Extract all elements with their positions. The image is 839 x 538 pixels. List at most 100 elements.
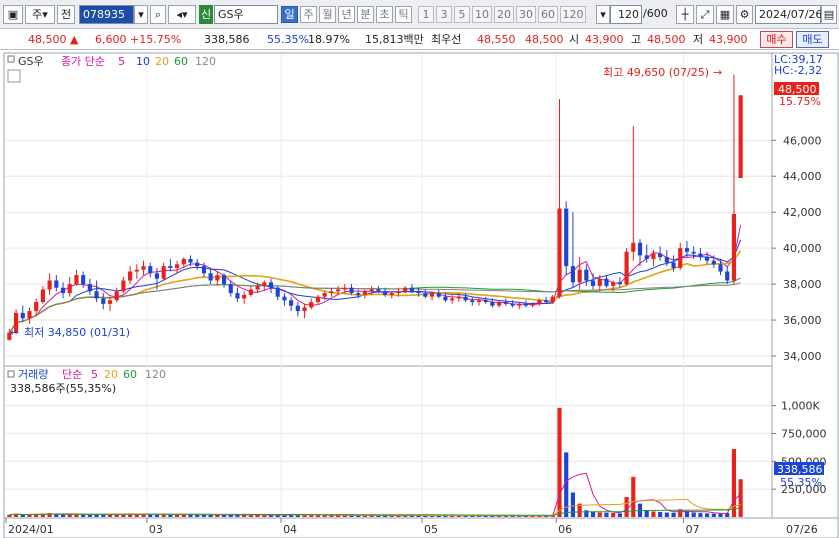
candle-down: [590, 280, 596, 286]
candle-up: [476, 300, 482, 303]
candle-down: [664, 257, 669, 263]
volume-bar-up: [624, 496, 629, 517]
period-minute-tab[interactable]: 분: [357, 6, 374, 23]
interval-1[interactable]: 1: [418, 6, 434, 23]
volume-bar-down: [617, 513, 622, 517]
market-select[interactable]: 주▾: [25, 5, 55, 24]
legend-ma20: 20: [155, 55, 169, 68]
candle-up: [738, 95, 743, 179]
candle-down: [349, 287, 354, 294]
price-panel: [3, 52, 773, 367]
candle-down: [483, 300, 488, 303]
grid-icon[interactable]: ▦: [716, 5, 734, 24]
candle-up: [107, 300, 113, 304]
candle-up: [611, 282, 616, 286]
candle-up: [678, 248, 683, 268]
candle-down: [510, 303, 515, 306]
code-dropdown-icon[interactable]: ▾: [134, 5, 148, 24]
legend-ma120: 120: [195, 55, 216, 68]
best-price-label: 최우선: [431, 33, 462, 46]
calendar-icon[interactable]: ▤: [821, 5, 837, 24]
interval-10[interactable]: 10: [472, 6, 492, 23]
volume-bar-down: [188, 514, 193, 517]
candle-up: [255, 285, 260, 290]
date-tick-label: 06: [558, 523, 572, 536]
candle-down: [584, 269, 589, 281]
count-dropdown-icon[interactable]: ▾: [596, 5, 610, 24]
sell-button[interactable]: 매도: [796, 31, 829, 48]
candle-up: [141, 266, 146, 270]
volume-bar-down: [604, 512, 609, 517]
candle-down: [376, 289, 381, 292]
best-bid: 48,500: [525, 33, 564, 46]
gear-icon[interactable]: ⚙: [736, 5, 753, 24]
candle-down: [101, 298, 106, 304]
window-icon[interactable]: ▣: [3, 5, 23, 24]
stock-code-input[interactable]: 078935: [79, 5, 134, 24]
interval-3[interactable]: 3: [436, 6, 452, 23]
candle-up: [302, 307, 307, 312]
candle-up: [731, 213, 737, 281]
period-tick-tab[interactable]: 틱: [395, 6, 412, 23]
speaker-icon[interactable]: ◂▾: [168, 5, 196, 24]
candle-up: [128, 271, 133, 281]
date-tick-label: 2024/01: [8, 523, 54, 536]
interval-120[interactable]: 120: [560, 6, 586, 23]
candle-down: [201, 266, 206, 274]
legend-ma60: 60: [174, 55, 188, 68]
period-second-tab[interactable]: 초: [376, 6, 393, 23]
candle-down: [503, 302, 508, 304]
price-change-pct: +15.75%: [130, 33, 182, 46]
count-input[interactable]: 120: [610, 5, 642, 24]
candle-down: [423, 293, 428, 297]
volume-bar-down: [60, 514, 66, 517]
scope-button[interactable]: 전: [57, 5, 75, 24]
period-day-tab[interactable]: 일: [281, 6, 298, 23]
chart-type-icon[interactable]: ┼: [676, 5, 694, 24]
chart-area[interactable]: GS우 종가 단순 5 10 20 60 120 LC:39,17 HC:-2,…: [0, 50, 839, 538]
candle-up: [497, 302, 502, 306]
market-label: 주: [32, 8, 43, 21]
stock-chart[interactable]: GS우 종가 단순 5 10 20 60 120 LC:39,17 HC:-2,…: [0, 50, 839, 538]
candle-up: [27, 311, 32, 319]
volume-bar-down: [664, 512, 669, 517]
interval-60[interactable]: 60: [538, 6, 558, 23]
candle-up: [309, 302, 314, 308]
candle-up: [517, 303, 522, 306]
period-year-tab[interactable]: 년: [338, 6, 355, 23]
candle-down: [235, 293, 240, 299]
volume-bar-up: [309, 515, 314, 517]
candle-down: [490, 302, 495, 306]
volume-bar-up: [141, 514, 146, 517]
date-input[interactable]: 2024/07/26: [755, 5, 822, 24]
date-tick-label: 03: [149, 523, 163, 536]
volume-bar-down: [590, 511, 596, 517]
candle-up: [34, 302, 39, 312]
volume-bar-up: [107, 514, 113, 517]
volume-bar-down: [195, 514, 200, 517]
interval-5[interactable]: 5: [454, 6, 470, 23]
draw-tool-icon[interactable]: ⤢: [696, 5, 714, 24]
candle-down: [705, 257, 710, 261]
interval-20[interactable]: 20: [494, 6, 514, 23]
interval-30[interactable]: 30: [516, 6, 536, 23]
volume-bar-down: [570, 492, 575, 517]
candle-down: [289, 300, 294, 306]
current-volume-pct: 55.35%: [780, 476, 822, 489]
stock-name-field[interactable]: GS우: [214, 5, 278, 24]
volume-legend-ma20: 20: [104, 368, 118, 381]
volume-bar-down: [671, 512, 676, 517]
volume-bar-down: [711, 513, 716, 517]
buy-button[interactable]: 매수: [760, 31, 793, 48]
candle-down: [644, 255, 649, 259]
candle-down: [570, 266, 575, 283]
search-icon[interactable]: ⌕: [150, 5, 166, 24]
volume-bar-up: [67, 514, 72, 517]
candle-down: [564, 208, 569, 267]
candle-up: [403, 287, 408, 292]
period-week-tab[interactable]: 주: [300, 6, 317, 23]
candle-down: [20, 312, 25, 319]
period-month-tab[interactable]: 월: [319, 6, 336, 23]
volume-bar-down: [718, 513, 723, 517]
candle-up: [161, 266, 166, 279]
